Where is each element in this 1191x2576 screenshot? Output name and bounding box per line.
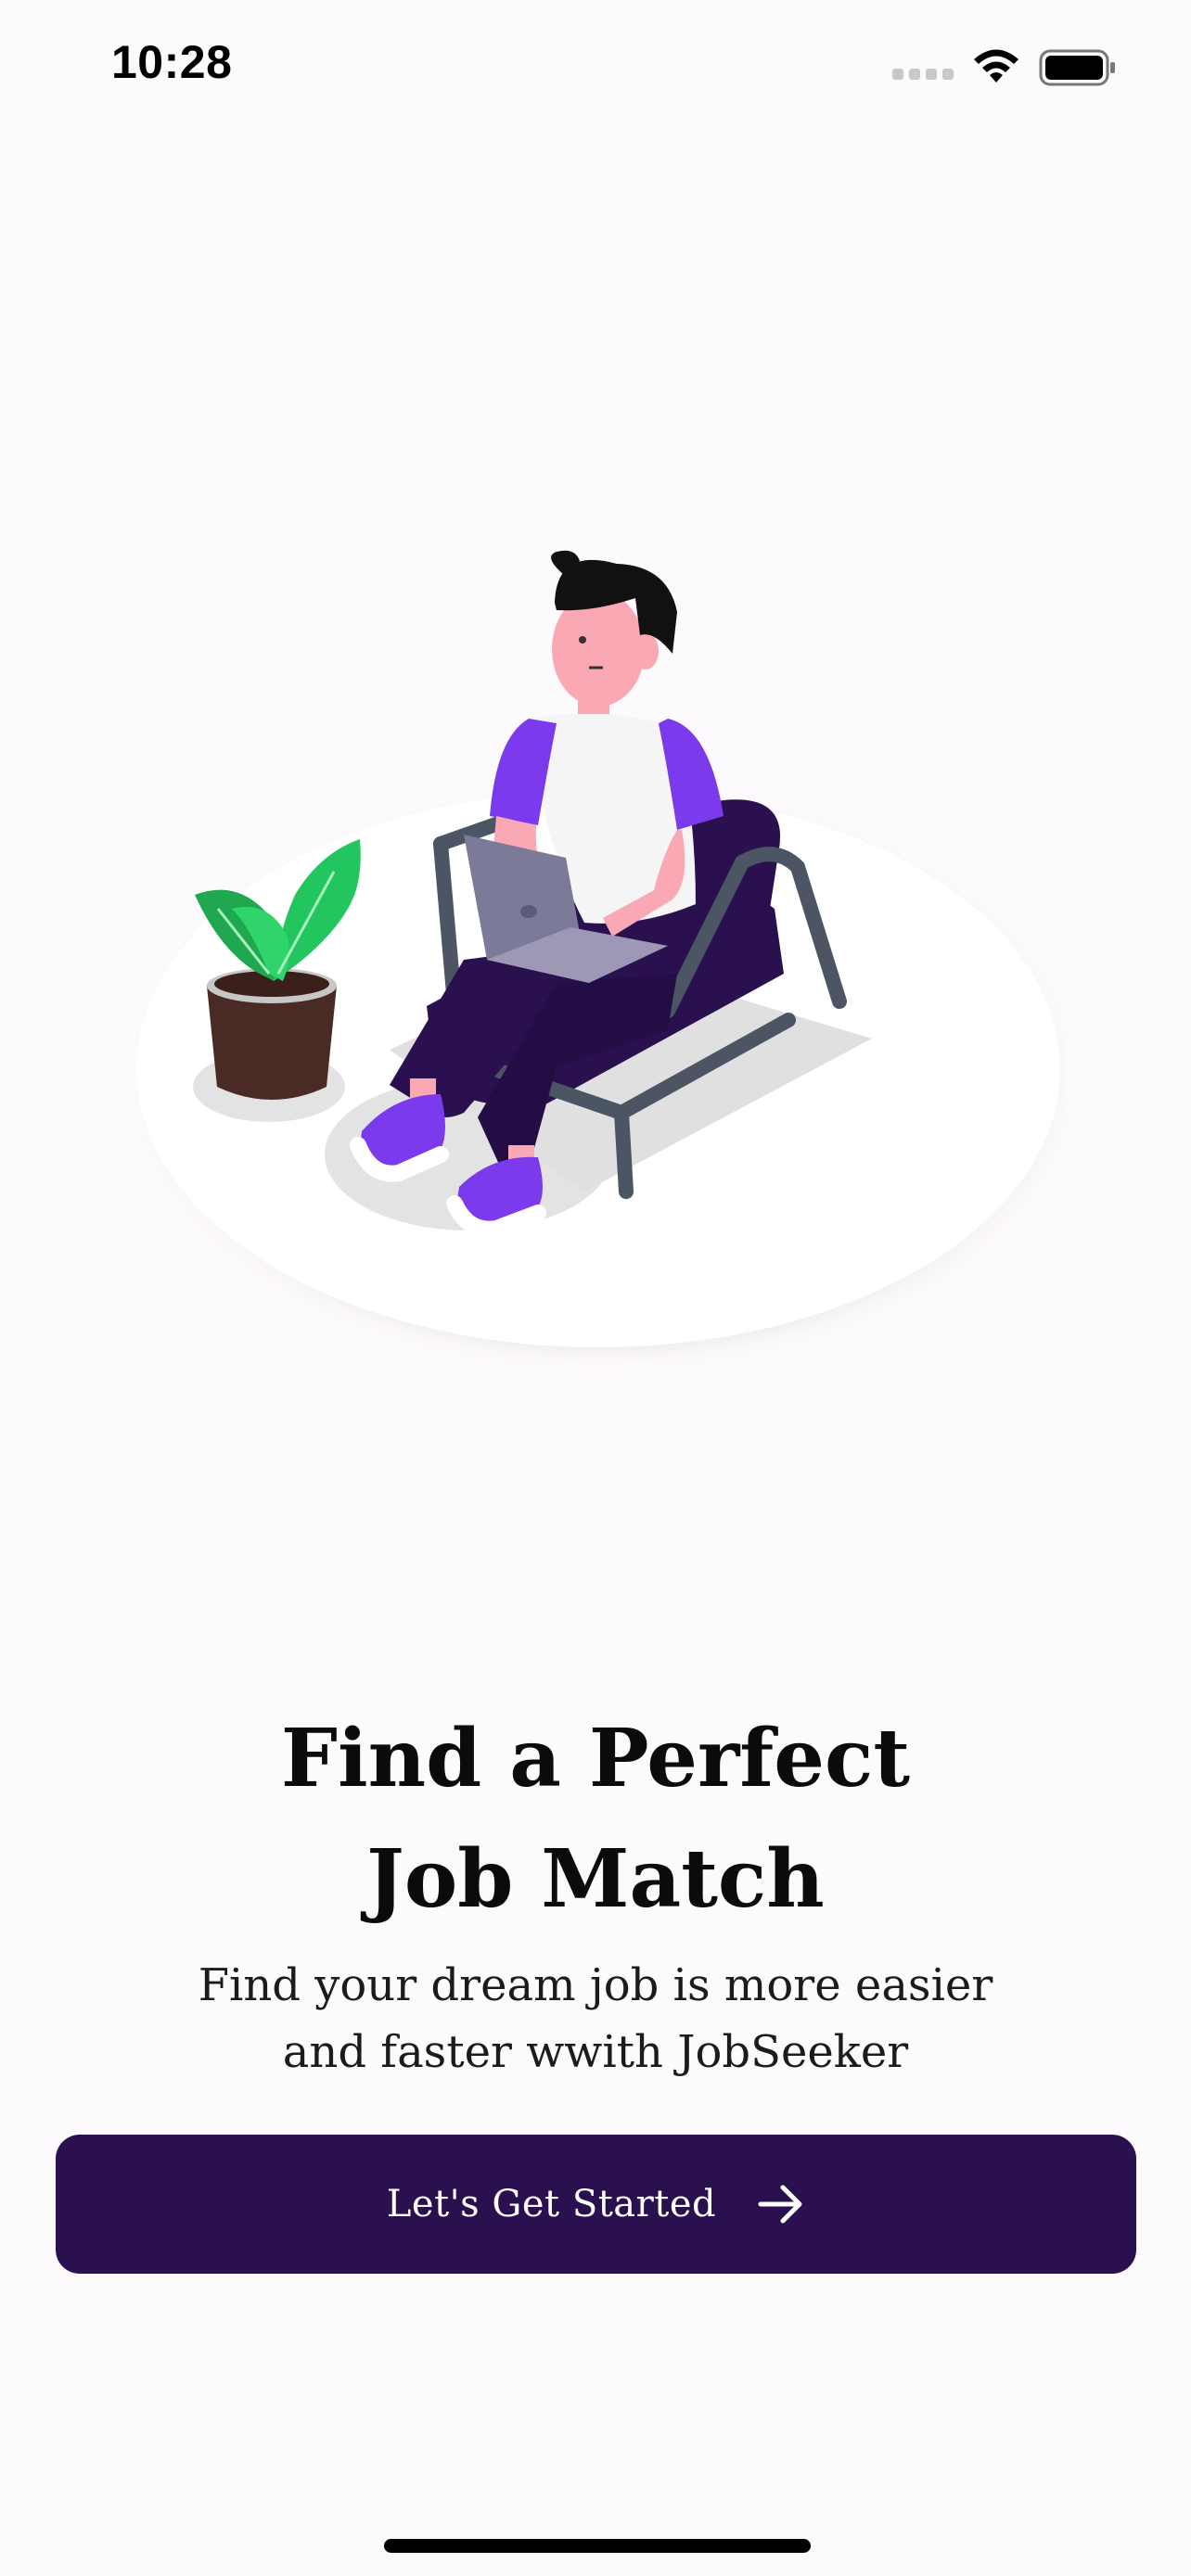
- get-started-label: Let's Get Started: [386, 2183, 717, 2225]
- subtitle-line-1: Find your dream job is more easier: [198, 1959, 993, 2011]
- onboarding-title: Find a Perfect Job Match: [0, 1699, 1191, 1940]
- get-started-button[interactable]: Let's Get Started: [56, 2135, 1136, 2274]
- person-with-laptop-illustration: [121, 550, 1067, 1376]
- onboarding-subtitle: Find your dream job is more easier and f…: [0, 1952, 1191, 2085]
- title-line-2: Job Match: [366, 1832, 825, 1926]
- battery-icon: [1039, 49, 1115, 86]
- status-time: 10:28: [111, 36, 233, 88]
- arrow-right-icon: [758, 2185, 802, 2224]
- home-indicator[interactable]: [384, 2539, 811, 2553]
- wifi-icon: [974, 49, 1018, 83]
- status-icons: [892, 46, 1117, 89]
- title-line-1: Find a Perfect: [280, 1712, 911, 1805]
- cellular-signal-icon: [892, 69, 954, 80]
- status-bar: 10:28: [0, 0, 1191, 139]
- subtitle-line-2: and faster wwith JobSeeker: [282, 2026, 909, 2078]
